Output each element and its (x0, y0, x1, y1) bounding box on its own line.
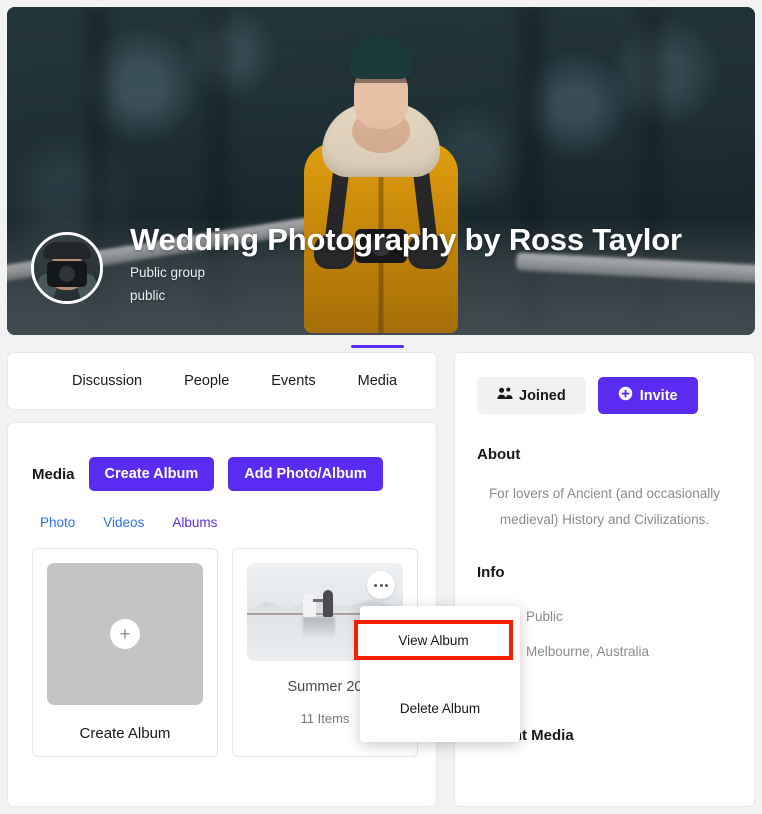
create-album-card-label: Create Album (47, 725, 203, 742)
about-title: About (477, 446, 732, 463)
cover-vignette (7, 7, 755, 335)
plus-icon: + (110, 619, 140, 649)
invite-button-label: Invite (640, 388, 678, 404)
tab-discussion[interactable]: Discussion (70, 367, 144, 395)
album-context-menu: Delete Album View Album (360, 606, 520, 742)
create-album-thumbnail[interactable]: + (47, 563, 203, 705)
invite-button[interactable]: Invite (598, 377, 698, 414)
plus-circle-icon (618, 386, 633, 405)
joined-button[interactable]: Joined (477, 377, 586, 414)
context-menu-item-view-album[interactable]: View Album (354, 620, 513, 660)
tab-people[interactable]: People (182, 367, 231, 395)
info-row-privacy-text: Public (526, 609, 563, 624)
media-subtabs: Photo Videos Albums (32, 515, 412, 530)
more-options-icon[interactable] (367, 571, 395, 599)
info-row-location-text: Melbourne, Australia (526, 644, 649, 659)
add-photo-album-button[interactable]: Add Photo/Album (228, 457, 382, 491)
media-section-title: Media (32, 466, 75, 483)
page-title: Wedding Photography by Ross Taylor (130, 222, 682, 258)
subtab-albums[interactable]: Albums (172, 515, 217, 530)
group-privacy-label: Public group (130, 265, 205, 280)
media-header-row: Media Create Album Add Photo/Album (32, 457, 412, 491)
about-text: For lovers of Ancient (and occasionally … (477, 481, 732, 532)
create-album-card[interactable]: + Create Album (32, 548, 218, 757)
cover-photo-banner (7, 7, 755, 335)
tab-media[interactable]: Media (356, 367, 400, 395)
subtab-videos[interactable]: Videos (103, 515, 144, 530)
tab-bar: Discussion People Events Media (8, 353, 436, 409)
subtab-photo[interactable]: Photo (40, 515, 75, 530)
context-menu-item-delete-album[interactable]: Delete Album (360, 674, 520, 742)
info-title: Info (477, 564, 732, 581)
joined-button-label: Joined (519, 388, 566, 404)
avatar[interactable] (31, 232, 103, 304)
sidebar-action-row: Joined Invite (477, 377, 732, 414)
people-icon (497, 387, 513, 404)
tabs-card: Discussion People Events Media (7, 352, 437, 410)
group-visibility-label: public (130, 288, 165, 303)
create-album-button[interactable]: Create Album (89, 457, 215, 491)
tab-events[interactable]: Events (269, 367, 317, 395)
